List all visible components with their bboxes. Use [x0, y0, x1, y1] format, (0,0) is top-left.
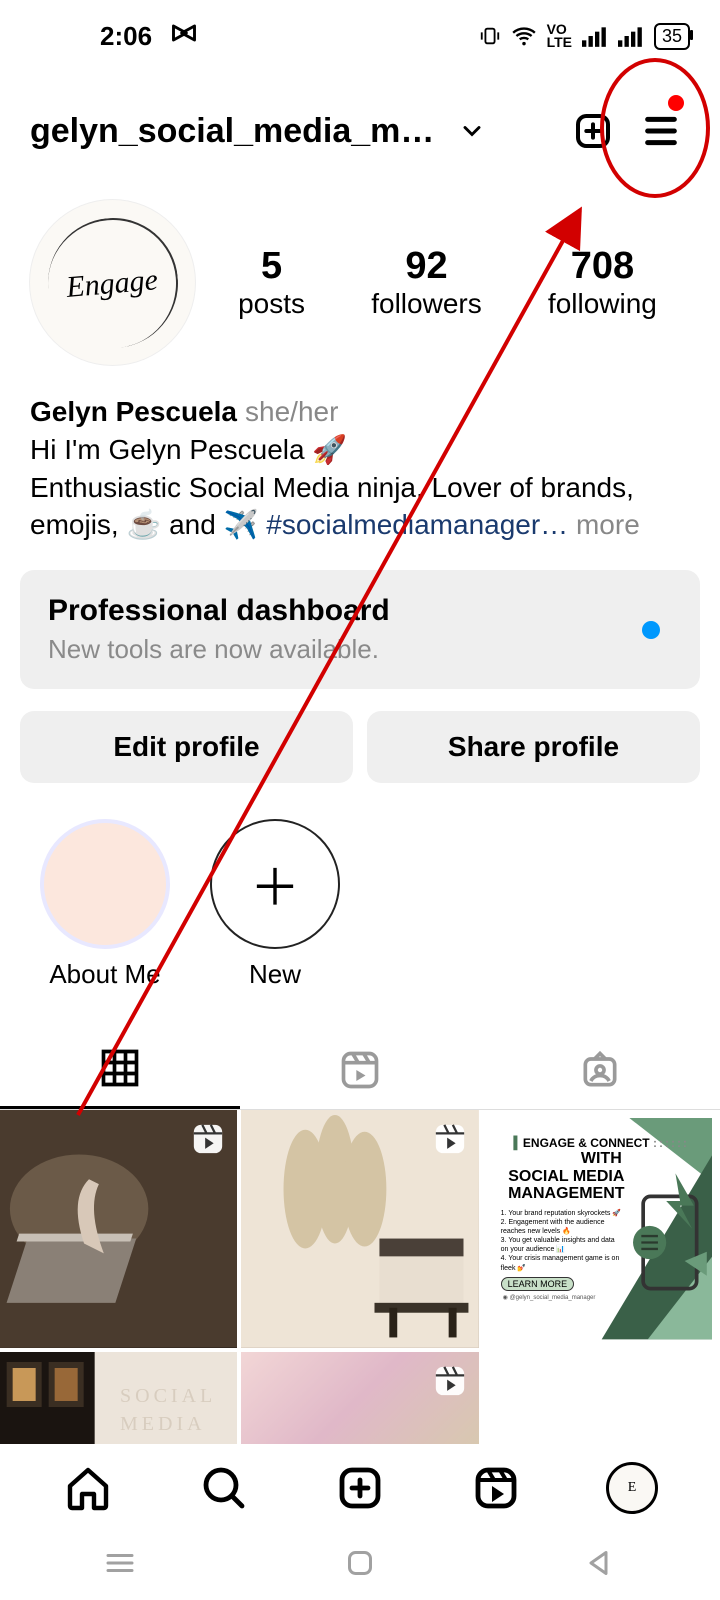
pronouns: she/her — [245, 396, 338, 427]
sys-home[interactable] — [342, 1545, 378, 1586]
posts-stat[interactable]: 5 posts — [238, 245, 305, 320]
dashboard-title: Professional dashboard — [48, 594, 672, 628]
status-bar: 2:06 VOLTE 35 — [0, 0, 720, 72]
edit-profile-button[interactable]: Edit profile — [20, 711, 353, 783]
tagged-icon — [578, 1048, 622, 1092]
tab-reels[interactable] — [240, 1030, 480, 1109]
sys-recents[interactable] — [102, 1545, 138, 1586]
highlight-label: New — [249, 959, 301, 990]
tab-grid[interactable] — [0, 1030, 240, 1109]
profile-header: gelyn_social_media_man… — [0, 72, 720, 190]
tab-tagged[interactable] — [480, 1030, 720, 1109]
reels-icon — [338, 1048, 382, 1092]
status-time: 2:06 — [100, 21, 152, 52]
reels-icon — [472, 1464, 520, 1512]
menu-button[interactable] — [632, 102, 690, 160]
post4-l1: SOCIAL — [120, 1385, 216, 1407]
plus-square-icon — [336, 1464, 384, 1512]
professional-dashboard-card[interactable]: Professional dashboard New tools are now… — [20, 570, 700, 689]
home-icon — [64, 1464, 112, 1512]
bottom-nav: E — [0, 1446, 720, 1530]
posts-count: 5 — [238, 245, 305, 288]
post3-bullet: 2. Engagement with the audience reaches … — [501, 1218, 622, 1236]
post4-l2: MEDIA — [120, 1413, 206, 1435]
capcut-icon — [170, 19, 198, 54]
signal-icon-1 — [582, 25, 608, 47]
post-thumbnail[interactable] — [0, 1110, 237, 1347]
profile-stats-row: Engage 5 posts 92 followers 708 followin… — [0, 190, 720, 385]
post-thumbnail[interactable]: ▍ENGAGE & CONNECT :::::: WITH SOCIAL MED… — [483, 1110, 720, 1347]
username-dropdown[interactable]: gelyn_social_media_man… — [30, 112, 554, 151]
post4-l3: MANAGER — [120, 1441, 237, 1444]
wifi-icon — [511, 23, 537, 49]
followers-count: 92 — [371, 245, 481, 288]
posts-grid: ▍ENGAGE & CONNECT :::::: WITH SOCIAL MED… — [0, 1110, 720, 1443]
post3-bullet: 4. Your crisis management game is on fle… — [501, 1254, 622, 1272]
post3-bullet: 1. Your brand reputation skyrockets 🚀 — [501, 1209, 622, 1218]
bio-line-1: Hi I'm Gelyn Pescuela 🚀 — [30, 434, 347, 465]
post3-bullet: 3. You get valuable insights and data on… — [501, 1236, 622, 1254]
search-icon — [200, 1464, 248, 1512]
post-thumbnail-empty — [483, 1352, 720, 1444]
reel-badge-icon — [433, 1122, 467, 1156]
sys-back[interactable] — [582, 1545, 618, 1586]
following-stat[interactable]: 708 following — [548, 245, 657, 320]
nav-reels[interactable] — [468, 1460, 524, 1516]
posts-label: posts — [238, 288, 305, 320]
nav-search[interactable] — [196, 1460, 252, 1516]
notification-dot — [668, 95, 684, 111]
following-count: 708 — [548, 245, 657, 288]
post3-learn-more: LEARN MORE — [501, 1277, 575, 1291]
post3-handle: @gelyn_social_media_manager — [510, 1295, 596, 1301]
dashboard-subtitle: New tools are now available. — [48, 634, 672, 665]
reel-badge-icon — [191, 1122, 225, 1156]
nav-home[interactable] — [60, 1460, 116, 1516]
reel-badge-icon — [433, 1364, 467, 1398]
share-profile-button[interactable]: Share profile — [367, 711, 700, 783]
profile-bio: Gelyn Pescuela she/her Hi I'm Gelyn Pescu… — [0, 385, 720, 564]
chevron-down-icon — [458, 117, 486, 145]
post3-smm: SOCIAL MEDIA MANAGEMENT — [491, 1168, 712, 1203]
nav-create[interactable] — [332, 1460, 388, 1516]
plus-icon: ＋ — [210, 819, 340, 949]
display-name: Gelyn Pescuela — [30, 396, 237, 427]
bio-more[interactable]: more — [568, 509, 640, 540]
username-text: gelyn_social_media_man… — [30, 112, 450, 151]
highlight-about-me[interactable]: About Me — [40, 819, 170, 990]
post-thumbnail[interactable] — [241, 1110, 478, 1347]
post-thumbnail[interactable] — [241, 1352, 478, 1444]
followers-label: followers — [371, 288, 481, 320]
system-nav — [0, 1530, 720, 1600]
post-thumbnail[interactable]: SOCIAL MEDIA MANAGER — [0, 1352, 237, 1444]
following-label: following — [548, 288, 657, 320]
grid-icon — [98, 1046, 142, 1090]
dashboard-indicator-dot — [642, 621, 660, 639]
highlight-new[interactable]: ＋ New — [210, 819, 340, 990]
nav-profile[interactable]: E — [604, 1460, 660, 1516]
vibrate-icon — [479, 25, 501, 47]
post3-with: WITH — [491, 1150, 712, 1168]
highlight-cover — [40, 819, 170, 949]
battery-icon: 35 — [654, 23, 690, 50]
bio-hashtag[interactable]: #socialmediamanager… — [266, 509, 568, 540]
profile-avatar[interactable]: Engage — [30, 200, 195, 365]
volte-icon: VOLTE — [547, 23, 572, 48]
status-icons: VOLTE 35 — [479, 23, 690, 50]
avatar-logo: Engage — [42, 212, 183, 353]
story-highlights: About Me ＋ New — [0, 799, 720, 1020]
highlight-label: About Me — [49, 959, 160, 990]
profile-actions: Edit profile Share profile — [0, 695, 720, 799]
post3-brand: ENGAGE & CONNECT — [523, 1136, 650, 1150]
followers-stat[interactable]: 92 followers — [371, 245, 481, 320]
create-button[interactable] — [564, 102, 622, 160]
profile-avatar-icon: E — [606, 1462, 658, 1514]
signal-icon-2 — [618, 25, 644, 47]
profile-tabs — [0, 1030, 720, 1110]
